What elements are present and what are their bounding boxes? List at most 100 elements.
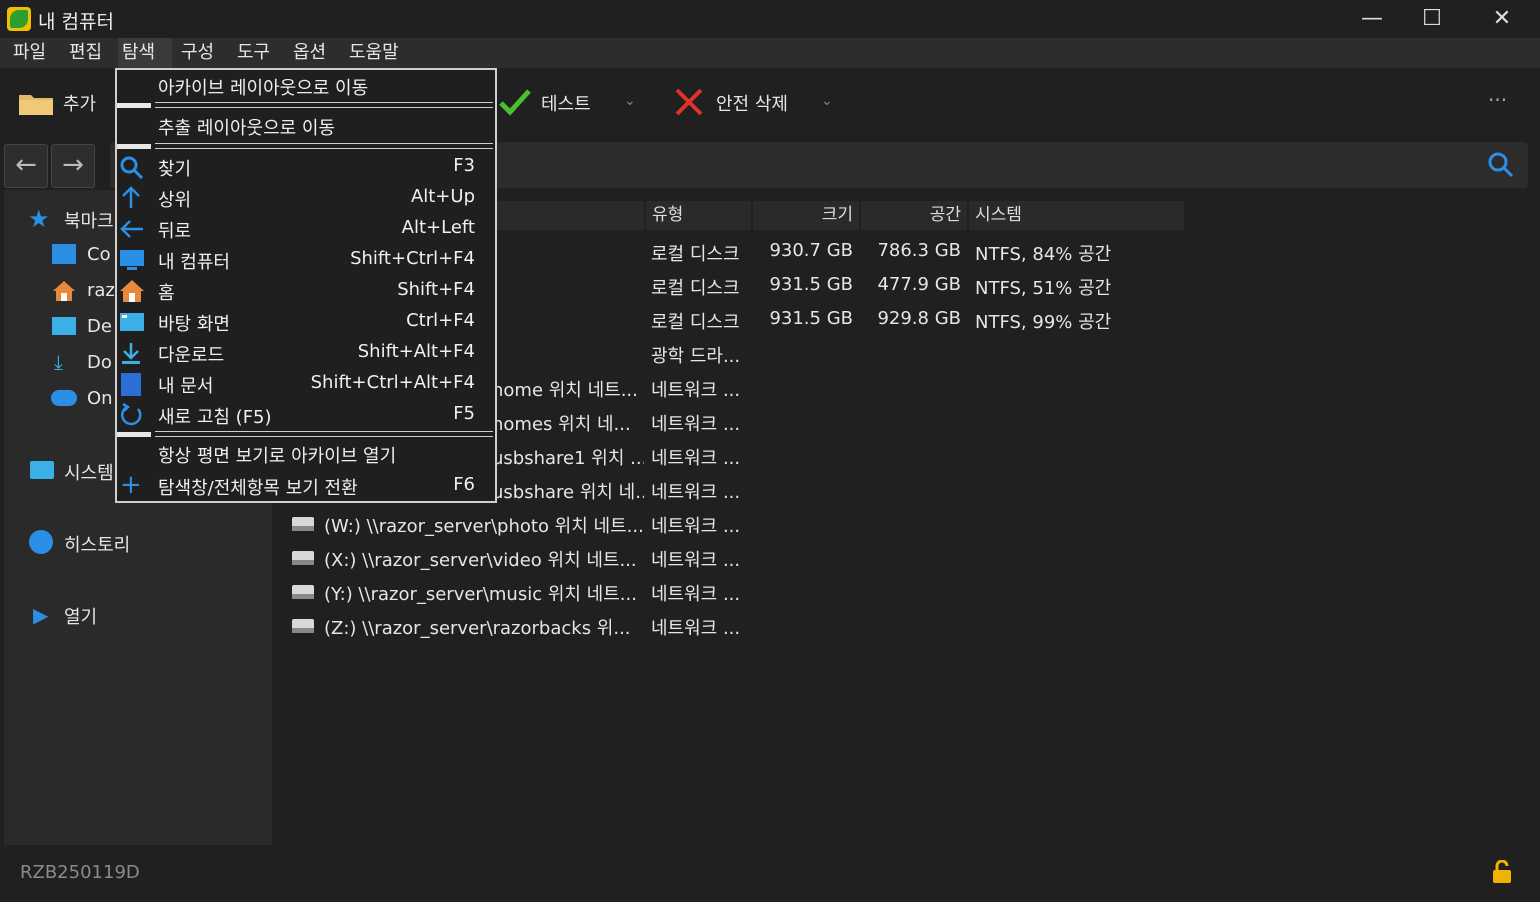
sidebar-system[interactable]: 시스템	[64, 459, 114, 485]
network-drive-icon	[292, 517, 314, 531]
menu-shortcut: F3	[453, 155, 475, 176]
plus-icon: +	[120, 470, 142, 500]
test-button[interactable]: 테스트	[541, 90, 591, 116]
cell-type: 네트워크 ...	[651, 482, 741, 503]
table-row[interactable]: (X:) \\razor_server\video 위치 네트...	[290, 542, 647, 572]
menu-item-label: 새로 고침 (F5)	[158, 407, 272, 428]
menu-item-flat-view[interactable]: 항상 평면 보기로 아카이브 열기	[158, 442, 396, 468]
menu-shortcut: Shift+Ctrl+F4	[350, 248, 475, 269]
check-icon[interactable]	[498, 88, 532, 116]
cell-type: 로컬 디스크	[651, 278, 740, 299]
sidebar-item-computer[interactable]: Co	[87, 244, 111, 265]
back-button[interactable]: ←	[4, 144, 48, 188]
cell-type: 로컬 디스크	[651, 244, 740, 265]
sidebar-item-desktop[interactable]: De	[87, 316, 112, 337]
lock-icon[interactable]	[1492, 859, 1512, 884]
menu-tools[interactable]: 도구	[233, 38, 274, 68]
menu-item-label: 바탕 화면	[158, 314, 230, 335]
sidebar-open[interactable]: 열기	[64, 603, 97, 629]
menu-item-label: 상위	[158, 190, 192, 211]
cell-type: 네트워크 ...	[651, 448, 741, 469]
cell-type: 네트워크 ...	[651, 414, 741, 435]
delete-dropdown-icon[interactable]: ⌄	[821, 93, 833, 109]
cell-name: homes 위치 네...	[492, 414, 631, 435]
menu-organize[interactable]: 구성	[177, 38, 218, 68]
star-icon: ★	[28, 205, 50, 233]
home-icon	[52, 280, 76, 302]
folder-icon	[30, 461, 54, 479]
cell-free: 477.9 GB	[877, 274, 961, 295]
cell-name: usbshare 위치 네...	[492, 482, 644, 503]
menu-help[interactable]: 도움말	[345, 38, 403, 68]
history-icon	[29, 530, 53, 554]
column-header-free[interactable]: 공간	[861, 201, 967, 230]
search-icon	[119, 155, 145, 180]
safe-delete-button[interactable]: 안전 삭제	[716, 90, 788, 116]
menu-shortcut: Alt+Left	[401, 217, 475, 238]
refresh-icon	[119, 402, 145, 427]
menu-item-label: 내 문서	[158, 376, 214, 397]
folder-icon	[19, 95, 53, 115]
menu-shortcut: Shift+Alt+F4	[357, 341, 475, 362]
cell-type: 네트워크 ...	[651, 618, 741, 639]
cell-free: 929.8 GB	[877, 308, 961, 329]
title-bar	[0, 0, 1540, 38]
maximize-button[interactable]: ☐	[1402, 0, 1462, 38]
network-drive-icon	[292, 585, 314, 599]
table-row[interactable]: (W:) \\razor_server\photo 위치 네트...	[290, 508, 647, 538]
sidebar-item-downloads[interactable]: Do	[87, 352, 112, 373]
sidebar-item-home[interactable]: raz	[87, 280, 115, 301]
menu-item-label: 다운로드	[158, 345, 225, 366]
menu-item-extract-layout[interactable]: 추출 레이아웃으로 이동	[158, 114, 335, 140]
search-icon[interactable]	[1487, 151, 1515, 179]
menu-item-label: 홈	[158, 283, 175, 304]
cell-size: 931.5 GB	[769, 274, 853, 295]
menu-edit[interactable]: 편집	[65, 38, 106, 68]
menu-options[interactable]: 옵션	[289, 38, 330, 68]
table-row[interactable]: (Z:) \\razor_server\razorbacks 위...	[290, 610, 647, 640]
cell-size: 931.5 GB	[769, 308, 853, 329]
menu-separator	[117, 430, 495, 438]
add-label[interactable]: 추가	[63, 90, 96, 116]
sidebar-history[interactable]: 히스토리	[64, 531, 130, 557]
sidebar-bookmarks[interactable]: 북마크	[64, 207, 114, 233]
status-text: RZB250119D	[20, 862, 140, 883]
table-row[interactable]: (Y:) \\razor_server\music 위치 네트...	[290, 576, 647, 606]
arrow-up-icon	[119, 186, 145, 210]
cell-name: (Z:) \\razor_server\razorbacks 위...	[324, 618, 631, 639]
column-header-size[interactable]: 크기	[753, 201, 859, 230]
documents-icon	[119, 372, 145, 396]
network-drive-icon	[292, 619, 314, 633]
close-button[interactable]: ✕	[1472, 0, 1532, 38]
onedrive-icon	[51, 390, 77, 406]
cell-filesystem: NTFS, 84% 공간	[975, 244, 1112, 265]
menu-shortcut: Shift+Ctrl+Alt+F4	[310, 372, 475, 393]
menu-item-label: 뒤로	[158, 221, 192, 242]
menu-file[interactable]: 파일	[9, 38, 50, 68]
forward-button[interactable]: →	[51, 144, 95, 188]
download-icon: ⤓	[54, 350, 63, 374]
cell-type: 네트워크 ...	[651, 550, 741, 571]
menu-shortcut: Shift+F4	[397, 279, 475, 300]
menu-item-toggle-view[interactable]: 탐색창/전체항목 보기 전환	[158, 474, 358, 500]
column-header-filesystem[interactable]: 시스템	[969, 201, 1184, 230]
cell-type: 네트워크 ...	[651, 584, 741, 605]
cell-type: 네트워크 ...	[651, 380, 741, 401]
menu-navigate[interactable]: 탐색	[118, 38, 172, 68]
menu-shortcut: F6	[453, 474, 475, 495]
column-header-type[interactable]: 유형	[646, 201, 751, 230]
delete-x-icon[interactable]	[674, 87, 704, 117]
desktop-icon	[119, 310, 145, 334]
menu-item-label: 내 컴퓨터	[158, 252, 230, 273]
minimize-button[interactable]: —	[1342, 0, 1402, 38]
menu-item-archive-layout[interactable]: 아카이브 레이아웃으로 이동	[158, 74, 368, 100]
add-button[interactable]	[18, 90, 54, 116]
menu-bar	[0, 38, 1540, 68]
desktop-icon	[52, 317, 76, 335]
menu-shortcut: Ctrl+F4	[406, 310, 475, 331]
window-title: 내 컴퓨터	[38, 11, 114, 33]
more-icon[interactable]: ···	[1488, 88, 1507, 112]
test-dropdown-icon[interactable]: ⌄	[624, 93, 636, 109]
sidebar-item-onedrive[interactable]: On	[87, 388, 113, 409]
cell-name: usbshare1 위치 ...	[492, 448, 644, 469]
